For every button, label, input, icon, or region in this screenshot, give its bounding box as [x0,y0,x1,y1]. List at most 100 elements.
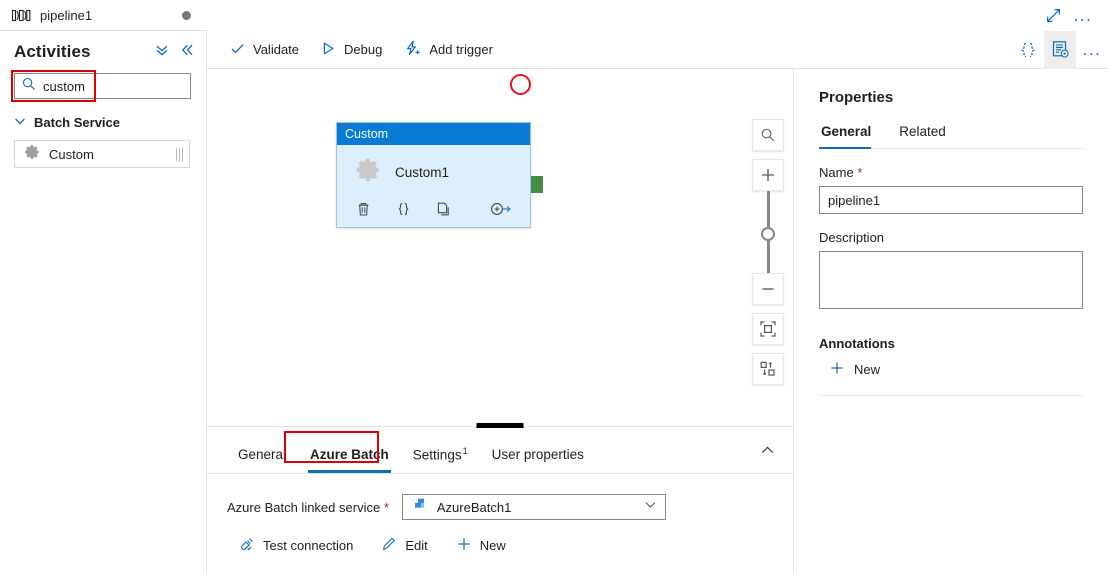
annotations-label: Annotations [819,336,895,351]
lightning-plus-icon [404,40,421,59]
name-label-text: Name [819,165,854,180]
fit-to-screen-icon[interactable] [752,313,784,345]
activity-item-custom[interactable]: Custom [14,140,190,168]
debug-button[interactable]: Debug [310,31,393,69]
linked-service-icon [412,497,427,517]
edit-label: Edit [405,538,428,553]
tab-settings[interactable]: Settings1 [401,446,480,474]
tab-general[interactable]: General [226,447,298,473]
linked-service-value: AzureBatch1 [436,499,512,515]
validate-button[interactable]: Validate [219,31,310,69]
properties-title: Properties [819,89,894,106]
zoom-slider-thumb[interactable] [761,227,775,241]
activity-tabs: General Azure Batch Settings1 User prope… [207,427,793,473]
tab-user-properties-label: User properties [491,447,584,462]
search-input[interactable] [43,78,173,94]
tab-pipeline1[interactable]: pipeline1 [0,0,207,31]
plus-icon [829,360,845,379]
test-connection-button[interactable]: Test connection [233,532,359,559]
tab-settings-label: Settings [412,447,462,462]
node-name-label: Custom1 [395,165,450,180]
window-controls: ... [1000,0,1108,31]
checkmark-icon [230,41,245,59]
add-trigger-label: Add trigger [429,42,493,57]
expand-icon[interactable] [1040,3,1066,29]
tab-label: pipeline1 [40,7,93,23]
pipeline-icon [11,9,31,22]
azure-batch-form: Azure Batch linked service * AzureBatch1 [207,474,793,559]
sidebar-group-label: Batch Service [34,115,120,130]
linked-service-dropdown[interactable]: AzureBatch1 [401,494,666,520]
sidebar-group-batch-service[interactable]: Batch Service [14,115,206,130]
auto-layout-icon[interactable] [752,353,784,385]
new-label: New [479,538,506,553]
add-trigger-button[interactable]: Add trigger [393,31,504,69]
tab-azure-batch[interactable]: Azure Batch [298,447,401,473]
unsaved-indicator [182,10,191,20]
name-required-asterisk: * [857,165,863,180]
node-output-connector[interactable] [531,176,543,193]
properties-tab-related-label: Related [899,124,946,139]
node-actions [337,201,530,222]
azure-data-factory-pipeline-editor: pipeline1 ... Activities custom Batch Se… [0,0,1108,573]
add-annotation-button[interactable]: New [819,355,1084,384]
properties-pane: Properties General Related Name * Descri… [794,69,1108,573]
tab-azure-batch-label: Azure Batch [310,447,389,462]
sidebar-header: Activities [0,31,206,69]
chevron-up-icon[interactable] [760,443,793,473]
play-icon [321,41,336,59]
annotation-highlight-circle [510,74,531,95]
tab-user-properties[interactable]: User properties [480,447,596,473]
pencil-icon [381,536,397,555]
command-bar: Validate Debug Add trigger ... [207,30,1108,69]
zoom-search-icon[interactable] [752,119,784,151]
double-chevron-down-icon[interactable] [155,43,169,62]
description-label: Description [819,230,885,245]
gear-icon [24,144,40,165]
sidebar-title: Activities [14,42,91,61]
zoom-in-icon[interactable] [752,159,784,191]
more-icon[interactable]: ... [1070,3,1096,29]
add-output-icon[interactable] [490,201,512,222]
code-braces-icon[interactable] [1012,31,1044,69]
more-icon[interactable]: ... [1076,31,1108,69]
chevron-down-icon [14,115,26,130]
tab-strip: pipeline1 [0,0,207,31]
add-annotation-label: New [854,362,881,377]
linked-service-actions: Test connection Edit New [233,532,793,559]
properties-tabs: General Related [819,124,1084,149]
validate-label: Validate [253,42,300,57]
pipeline-canvas[interactable]: Custom Custom1 [207,69,794,426]
search-box[interactable] [14,73,191,99]
debug-label: Debug [344,42,383,57]
node-body: Custom1 [337,145,530,228]
properties-tab-related[interactable]: Related [897,124,954,148]
zoom-slider[interactable] [752,191,784,273]
required-asterisk: * [383,499,389,515]
delete-icon[interactable] [356,201,371,222]
double-chevron-left-icon[interactable] [180,43,194,62]
duplicate-icon[interactable] [436,201,451,222]
tab-settings-badge: 1 [462,445,468,456]
activity-node-custom1[interactable]: Custom Custom1 [336,122,531,228]
tab-general-label: General [238,447,287,462]
zoom-out-icon[interactable] [752,273,784,305]
properties-tab-general[interactable]: General [819,124,879,149]
code-braces-icon[interactable] [396,201,411,222]
sidebar-header-icons [155,43,194,62]
annotations-divider [819,395,1083,396]
name-input[interactable] [819,186,1083,214]
gear-icon [355,157,381,188]
drag-handle-icon[interactable] [176,147,183,161]
activities-sidebar: Activities custom Batch Service Custom [0,31,207,573]
linked-service-label: Azure Batch linked service * [227,500,389,515]
properties-pane-icon[interactable] [1044,30,1076,69]
name-label: Name * [819,165,1084,180]
more-dots: ... [1082,40,1102,59]
properties-tab-general-label: General [821,124,872,139]
node-main: Custom1 [337,145,530,188]
new-linked-service-button[interactable]: New [450,532,512,559]
description-textarea[interactable] [819,251,1083,309]
canvas-zoom-controls [752,119,784,385]
edit-button[interactable]: Edit [375,532,433,559]
